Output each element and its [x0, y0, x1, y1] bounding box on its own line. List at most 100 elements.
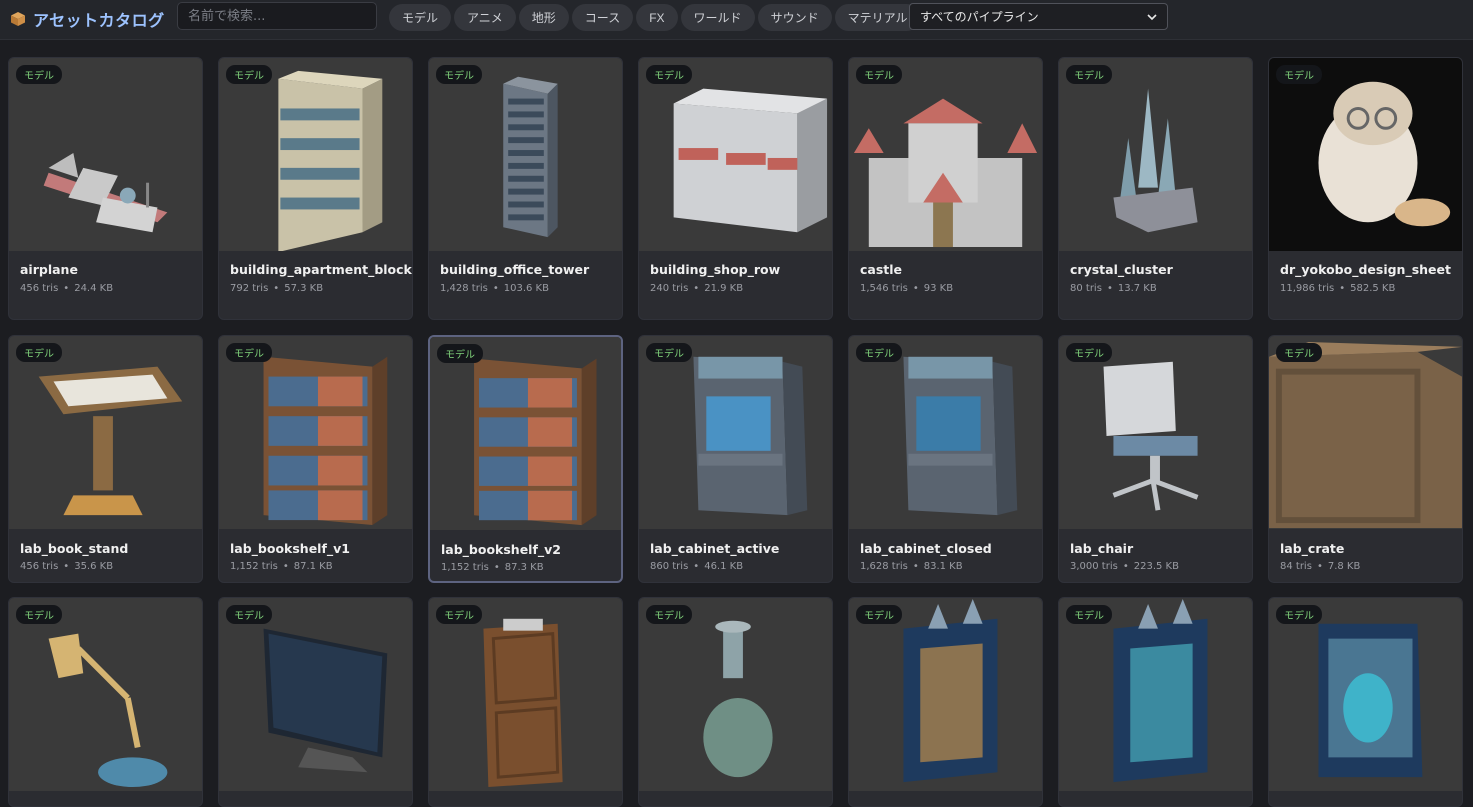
asset-card[interactable]: モデル lab_cabinet_active 860 tris • 46.1 KB — [638, 335, 833, 583]
apartment-icon — [278, 70, 383, 251]
type-badge: モデル — [16, 605, 62, 624]
asset-name: lab_cabinet_closed — [860, 541, 992, 556]
asset-meta: 1,546 tris • 93 KB — [860, 283, 953, 294]
type-badge: モデル — [1276, 605, 1322, 624]
type-badge: モデル — [646, 605, 692, 624]
asset-card[interactable]: モデル — [1268, 597, 1463, 807]
asset-thumbnail — [849, 598, 1042, 791]
asset-card[interactable]: モデル lab_bookshelf_v1 1,152 tris • 87.1 KB — [218, 335, 413, 583]
asset-card[interactable]: モデル dr_yokobo_design_sheet 11,986 tris • 582… — [1268, 57, 1463, 320]
type-badge: モデル — [856, 343, 902, 362]
tri-count: 860 tris — [650, 561, 689, 572]
asset-name: lab_bookshelf_v2 — [441, 542, 561, 557]
type-badge: モデル — [437, 344, 483, 363]
separator: • — [1106, 283, 1113, 294]
type-badge: モデル — [436, 65, 482, 84]
asset-meta: 11,986 tris • 582.5 KB — [1280, 283, 1395, 294]
tab-fx[interactable]: FX — [636, 4, 678, 31]
tri-count: 3,000 tris — [1070, 561, 1118, 572]
file-size: 24.4 KB — [74, 283, 114, 294]
asset-card[interactable]: モデル lab_chair 3,000 tris • 223.5 KB — [1058, 335, 1253, 583]
separator: • — [492, 283, 499, 294]
tab-sound[interactable]: サウンド — [757, 4, 832, 31]
bookstand-icon — [38, 366, 183, 516]
tab-terrain[interactable]: 地形 — [518, 4, 569, 31]
asset-thumbnail — [1269, 336, 1462, 529]
tab-material[interactable]: マテリアル — [834, 4, 921, 31]
tab-anime[interactable]: アニメ — [454, 4, 516, 31]
asset-card[interactable]: モデル lab_crate 84 tris • 7.8 KB — [1268, 335, 1463, 583]
asset-thumbnail — [849, 58, 1042, 251]
asset-card[interactable]: モデル building_shop_row 240 tris • 21.9 KB — [638, 57, 833, 320]
bookshelf-icon — [263, 356, 388, 526]
type-badge: モデル — [226, 343, 272, 362]
monitor-icon — [263, 628, 388, 773]
asset-thumbnail — [9, 598, 202, 791]
app-title: アセットカタログ — [33, 11, 165, 30]
asset-thumbnail — [849, 336, 1042, 529]
file-size: 35.6 KB — [74, 561, 114, 572]
tab-course[interactable]: コース — [571, 4, 634, 31]
asset-card[interactable]: モデル building_apartment_block 792 tris • 57.3… — [218, 57, 413, 320]
asset-card[interactable]: モデル — [1058, 597, 1253, 807]
castle-icon — [853, 98, 1038, 248]
brand: アセットカタログ — [10, 7, 165, 31]
tri-count: 80 tris — [1070, 283, 1102, 294]
asset-name: crystal_cluster — [1070, 262, 1173, 277]
tri-count: 1,152 tris — [441, 562, 489, 573]
tri-count: 1,546 tris — [860, 283, 908, 294]
asset-name: building_shop_row — [650, 262, 781, 277]
asset-card[interactable]: モデル — [638, 597, 833, 807]
search-input[interactable] — [177, 2, 377, 30]
asset-meta: 84 tris • 7.8 KB — [1280, 561, 1360, 572]
asset-card[interactable]: モデル lab_cabinet_closed 1,628 tris • 83.1 KB — [848, 335, 1043, 583]
asset-thumbnail — [1269, 598, 1462, 791]
separator: • — [1339, 283, 1346, 294]
asset-meta: 860 tris • 46.1 KB — [650, 561, 743, 572]
asset-card[interactable]: モデル — [218, 597, 413, 807]
capsule-icon — [1318, 623, 1423, 778]
asset-thumbnail — [219, 58, 412, 251]
asset-thumbnail — [639, 58, 832, 251]
asset-card[interactable]: モデル — [428, 597, 623, 807]
shop-icon — [673, 88, 828, 233]
asset-card[interactable]: モデル — [8, 597, 203, 807]
asset-card[interactable]: モデル airplane 456 tris • 24.4 KB — [8, 57, 203, 320]
file-size: 7.8 KB — [1327, 561, 1361, 572]
asset-meta: 456 tris • 24.4 KB — [20, 283, 113, 294]
type-badge: モデル — [226, 605, 272, 624]
asset-meta: 456 tris • 35.6 KB — [20, 561, 113, 572]
asset-meta: 1,428 tris • 103.6 KB — [440, 283, 549, 294]
asset-thumbnail — [1059, 598, 1252, 791]
tri-count: 456 tris — [20, 561, 59, 572]
asset-card[interactable]: モデル castle 1,546 tris • 93 KB — [848, 57, 1043, 320]
asset-card[interactable]: モデル lab_book_stand 456 tris • 35.6 KB — [8, 335, 203, 583]
package-icon — [11, 12, 25, 26]
type-badge: モデル — [436, 605, 482, 624]
file-size: 46.1 KB — [704, 561, 744, 572]
asset-card[interactable]: モデル — [848, 597, 1043, 807]
door-icon — [483, 618, 563, 788]
tab-world[interactable]: ワールド — [680, 4, 755, 31]
file-size: 21.9 KB — [704, 283, 744, 294]
tab-model[interactable]: モデル — [389, 4, 452, 31]
type-badge: モデル — [1066, 605, 1112, 624]
type-badge: モデル — [646, 65, 692, 84]
pipeline-select[interactable]: すべてのパイプライン — [909, 3, 1168, 30]
asset-meta: 80 tris • 13.7 KB — [1070, 283, 1157, 294]
tri-count: 1,152 tris — [230, 561, 278, 572]
asset-card[interactable]: モデル lab_bookshelf_v2 1,152 tris • 87.3 KB — [428, 335, 623, 583]
asset-card[interactable]: モデル crystal_cluster 80 tris • 13.7 KB — [1058, 57, 1253, 320]
type-badge: モデル — [1276, 65, 1322, 84]
type-badge: モデル — [856, 65, 902, 84]
top-bar: アセットカタログ モデル アニメ 地形 コース FX ワールド サウンド マテリ… — [0, 0, 1473, 40]
asset-name: lab_cabinet_active — [650, 541, 780, 556]
asset-card[interactable]: モデル building_office_tower 1,428 tris • 103.6… — [428, 57, 623, 320]
type-badge: モデル — [1276, 343, 1322, 362]
flask-icon — [703, 620, 773, 778]
type-badge: モデル — [16, 343, 62, 362]
tri-count: 1,428 tris — [440, 283, 488, 294]
chevron-down-icon — [1147, 13, 1157, 20]
file-size: 87.3 KB — [504, 562, 544, 573]
tri-count: 84 tris — [1280, 561, 1312, 572]
